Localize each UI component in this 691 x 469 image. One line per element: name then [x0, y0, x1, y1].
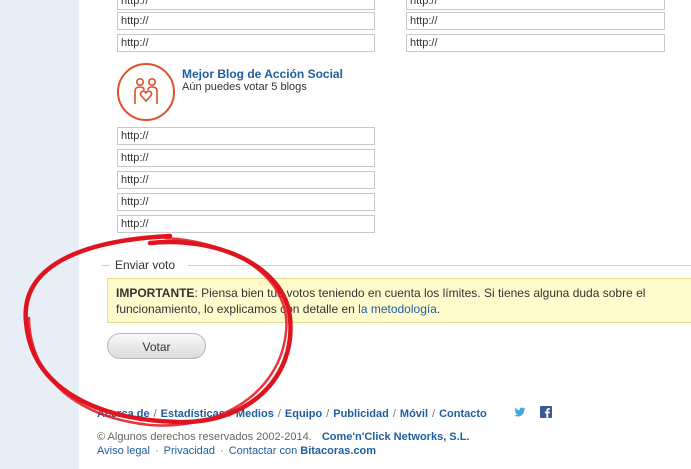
nav-separator: / [228, 408, 232, 420]
blog-url-input[interactable] [406, 0, 665, 10]
blog-url-input[interactable] [117, 0, 375, 10]
votes-remaining-text: Aún puedes votar 5 blogs [182, 81, 307, 93]
blog-url-input[interactable] [117, 149, 375, 167]
brand-link[interactable]: Bitacoras.com [300, 445, 376, 457]
footer-link-medios[interactable]: Medios [236, 408, 274, 420]
send-vote-legend: Enviar voto [115, 258, 176, 272]
methodology-link[interactable]: la metodología [358, 302, 437, 316]
twitter-icon[interactable] [514, 406, 526, 418]
footer-link-movil[interactable]: Móvil [400, 408, 428, 420]
blog-url-input[interactable] [406, 34, 665, 52]
vote-button[interactable]: Votar [107, 333, 206, 359]
footer-links: Aviso legal · Privacidad · Contactar con Bit… [97, 445, 376, 457]
couple-heart-icon [117, 63, 175, 121]
notice-strong: IMPORTANTE [116, 286, 195, 300]
nav-separator: / [326, 408, 330, 420]
footer-link-publicidad[interactable]: Publicidad [333, 408, 389, 420]
blog-url-input[interactable] [117, 127, 375, 145]
company-link[interactable]: Come'n'Click Networks, S.L. [322, 431, 470, 443]
copyright: © Algunos derechos reservados 2002-2014.… [97, 431, 469, 443]
nav-separator: / [392, 408, 396, 420]
blog-url-input[interactable] [117, 12, 375, 30]
facebook-icon[interactable] [540, 406, 552, 418]
nav-separator: / [153, 408, 157, 420]
blog-url-input[interactable] [406, 12, 665, 30]
copyright-text: © Algunos derechos reservados 2002-2014. [97, 431, 312, 443]
blog-url-input[interactable] [117, 171, 375, 189]
blog-url-input[interactable] [117, 215, 375, 233]
footer-link-acerca[interactable]: Acerca de [97, 408, 150, 420]
footer-link-contacto[interactable]: Contacto [439, 408, 487, 420]
category-title[interactable]: Mejor Blog de Acción Social [182, 67, 343, 81]
content-panel [79, 0, 691, 469]
nav-separator: / [277, 408, 281, 420]
footer-link-estadisticas[interactable]: Estadísticas [161, 408, 225, 420]
contact-link[interactable]: Contactar con [229, 445, 297, 457]
fieldset-border [102, 265, 110, 266]
privacy-link[interactable]: Privacidad [164, 445, 215, 457]
nav-separator: / [432, 408, 436, 420]
link-separator: · [220, 445, 224, 457]
footer-link-equipo[interactable]: Equipo [285, 408, 322, 420]
footer-nav: Acerca de / Estadísticas / Medios / Equipo / Pub… [97, 408, 487, 420]
fieldset-border [188, 265, 691, 266]
legal-link[interactable]: Aviso legal [97, 445, 150, 457]
blog-url-input[interactable] [117, 34, 375, 52]
important-notice: IMPORTANTE: Piensa bien tus votos tenien… [107, 278, 691, 323]
notice-end: . [436, 302, 441, 316]
blog-url-input[interactable] [117, 193, 375, 211]
link-separator: · [155, 445, 159, 457]
